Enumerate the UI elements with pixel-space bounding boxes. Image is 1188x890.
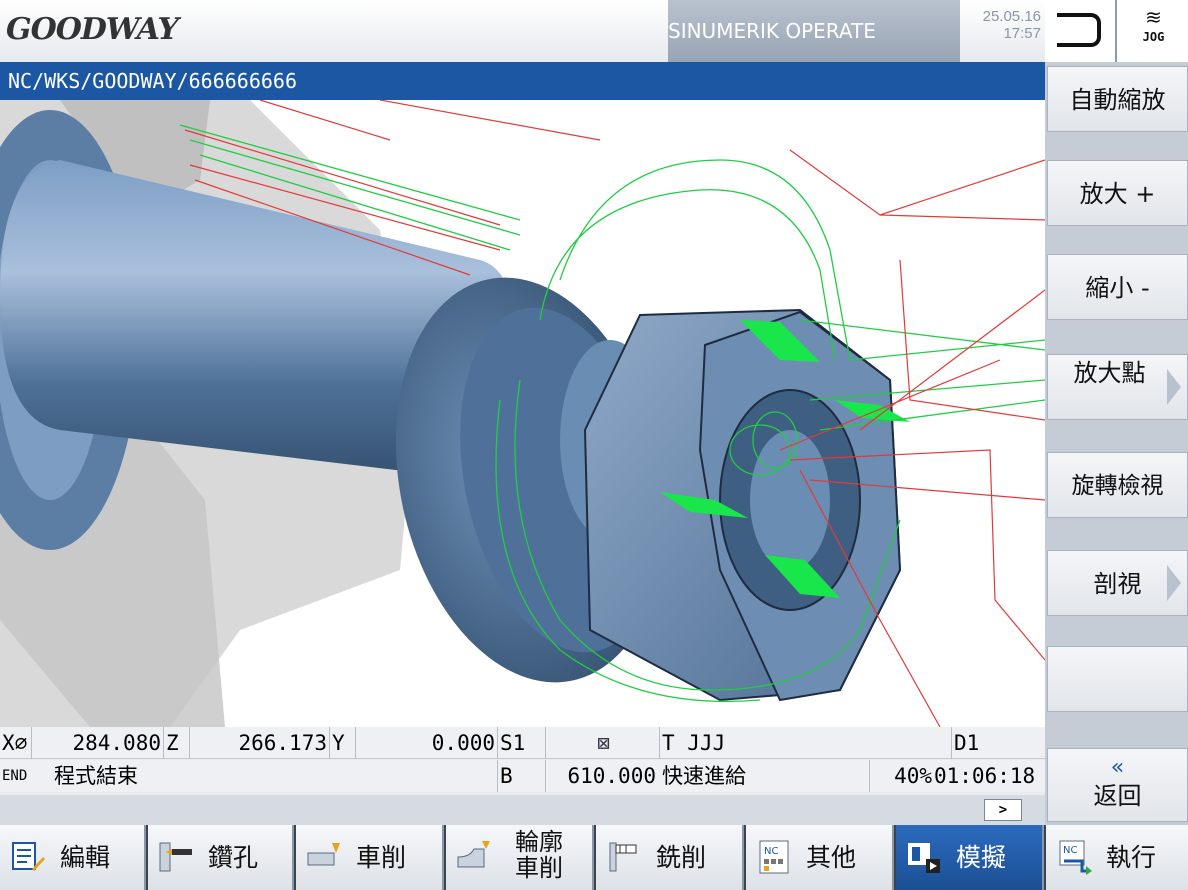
nc-other-icon: NC <box>759 840 789 874</box>
softkey-empty[interactable] <box>1047 646 1188 712</box>
milling-icon <box>609 842 637 872</box>
program-path: NC/WKS/GOODWAY/666666666 <box>0 62 1045 100</box>
z-axis-value: 266.173 <box>190 727 330 759</box>
softkey-rotate-view[interactable]: 旋轉檢視 <box>1047 452 1188 518</box>
x-axis-label: X⌀ <box>2 727 32 759</box>
softkey-simulation[interactable]: 模擬 <box>896 825 1044 890</box>
softkey-zoom-out-label: 縮小 - <box>1085 274 1150 302</box>
status-panel: X⌀ 284.080 Z 266.173 Y 0.000 S1 ⊠ T JJJ … <box>0 727 1045 825</box>
softkey-section-view[interactable]: 剖視 <box>1047 550 1188 616</box>
product-name: SINUMERIK OPERATE <box>668 0 960 62</box>
program-state: 程式結束 <box>54 760 498 792</box>
title-bar: GOODWAY SINUMERIK OPERATE 25.05.16 17:57 <box>0 0 1045 62</box>
channel-icon <box>1045 0 1117 62</box>
softkey-milling[interactable]: 銑削 <box>596 825 744 890</box>
product-name-text: SINUMERIK OPERATE <box>668 19 876 43</box>
softkey-rotate-view-label: 旋轉檢視 <box>1071 473 1164 499</box>
chevron-right-icon <box>1167 565 1181 601</box>
softkey-back[interactable]: « 返回 <box>1047 748 1188 822</box>
softkey-milling-label: 銑削 <box>656 843 707 872</box>
status-footer: > <box>0 795 1045 825</box>
wave-icon: ≋ <box>1145 5 1162 29</box>
svg-text:NC: NC <box>764 846 778 857</box>
tool-name: T JJJ <box>662 727 952 759</box>
softkey-auto-zoom[interactable]: 自動縮放 <box>1047 66 1188 132</box>
elapsed-time: 01:06:18 <box>934 764 1036 788</box>
softkey-edit[interactable]: 編輯 <box>0 825 146 890</box>
jog-label: JOG <box>1142 30 1165 44</box>
program-state-row: END 程式結束 B 610.000 快速進給 40% 01:06:18 <box>0 760 1045 792</box>
drill-icon <box>159 842 192 872</box>
softkey-execute-label: 執行 <box>1106 843 1157 872</box>
more-button[interactable]: > <box>984 799 1022 821</box>
softkey-execute[interactable]: NC 執行 <box>1046 825 1188 890</box>
jog-mode: ≋ JOG <box>1119 0 1188 62</box>
y-axis-value: 0.000 <box>356 727 498 759</box>
softkey-back-label: 返回 <box>1093 782 1142 810</box>
x-axis-value: 284.080 <box>32 727 164 759</box>
softkey-zoom-point-label: 放大點 <box>1073 359 1146 387</box>
softkey-simulation-label: 模擬 <box>956 843 1007 872</box>
nc-execute-icon: NC <box>1059 840 1092 875</box>
softkey-zoom-in-label: 放大 + <box>1079 180 1156 208</box>
softkey-turning-label: 車削 <box>356 843 407 872</box>
softkey-auto-zoom-label: 自動縮放 <box>1069 86 1166 114</box>
softkey-edit-label: 編輯 <box>60 843 111 872</box>
contour-turning-icon <box>457 841 490 868</box>
feed-override: 40% <box>894 764 932 788</box>
softkey-zoom-point[interactable]: 放大點 <box>1047 354 1188 420</box>
softkey-drilling[interactable]: 鑽孔 <box>148 825 294 890</box>
tool-offset: D1 <box>954 731 980 755</box>
vertical-softkeys: 自動縮放 放大 + 縮小 - 放大點 旋轉檢視 剖視 « 返回 <box>1045 62 1188 825</box>
simulation-viewport[interactable] <box>0 100 1045 727</box>
softkey-contour-turning-label: 輪廓車削 <box>515 828 563 882</box>
softkey-drilling-label: 鑽孔 <box>208 843 259 872</box>
softkey-zoom-out[interactable]: 縮小 - <box>1047 254 1188 320</box>
b-axis-label: B <box>500 760 546 792</box>
double-chevron-left-icon: « <box>1110 755 1125 780</box>
softkey-contour-turning[interactable]: 輪廓車削 <box>446 825 594 890</box>
y-axis-label: Y <box>332 727 356 759</box>
mode-indicator: ≋ JOG <box>1045 0 1188 62</box>
simulation-icon <box>908 843 940 873</box>
edit-icon <box>12 842 45 871</box>
clock: 25.05.16 17:57 <box>983 8 1041 42</box>
goodway-logo: GOODWAY <box>6 12 179 47</box>
axis-row: X⌀ 284.080 Z 266.173 Y 0.000 S1 ⊠ T JJJ … <box>0 727 1045 759</box>
softkey-zoom-in[interactable]: 放大 + <box>1047 160 1188 226</box>
horizontal-softkeys: 編輯 鑽孔 車削 輪廓車削 銑削 NC 其他 模擬 NC 執行 <box>0 825 1188 890</box>
feed-mode: 快速進給 <box>662 760 870 792</box>
softkey-other-label: 其他 <box>806 843 857 872</box>
svg-text:NC: NC <box>1063 845 1077 856</box>
z-axis-label: Z <box>166 727 190 759</box>
date-text: 25.05.16 <box>982 8 1041 25</box>
b-axis-value: 610.000 <box>567 764 656 788</box>
softkey-turning[interactable]: 車削 <box>296 825 444 890</box>
spindle-stop-icon: ⊠ <box>548 727 660 759</box>
simulation-graphic <box>0 100 1045 727</box>
softkey-other[interactable]: NC 其他 <box>746 825 894 890</box>
spindle-label: S1 <box>500 727 546 759</box>
end-label: END <box>2 768 28 784</box>
time-text: 17:57 <box>1003 25 1041 42</box>
turning-icon <box>307 843 340 866</box>
chevron-right-icon <box>1167 369 1181 405</box>
